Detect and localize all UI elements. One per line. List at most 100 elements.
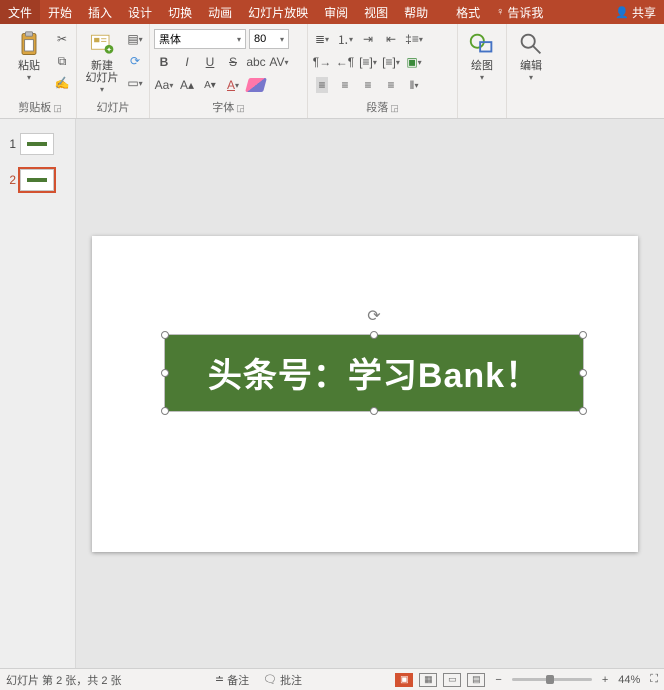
- resize-handle[interactable]: [579, 407, 587, 415]
- grow-font-button[interactable]: A▴: [177, 75, 197, 95]
- textbox-text: 头条号：学习Bank！: [208, 348, 540, 397]
- case-icon: Aa: [155, 78, 170, 92]
- reset-icon: ⟳: [130, 54, 140, 68]
- justify-icon: ≡: [387, 78, 394, 92]
- zoom-knob[interactable]: [546, 675, 554, 684]
- tab-transitions[interactable]: 切换: [160, 0, 200, 24]
- tab-file[interactable]: 文件: [0, 0, 40, 24]
- bold-button[interactable]: B: [154, 52, 174, 72]
- layout-button[interactable]: ▤▾: [125, 29, 145, 49]
- font-size-combo[interactable]: 80 ▾: [249, 29, 289, 49]
- tab-animations[interactable]: 动画: [200, 0, 240, 24]
- resize-handle[interactable]: [161, 369, 169, 377]
- zoom-out-button[interactable]: −: [495, 674, 501, 686]
- strike-icon: S: [229, 55, 237, 69]
- comments-button[interactable]: 🗨 批注: [263, 672, 302, 688]
- comments-label: 批注: [280, 672, 302, 688]
- notes-button[interactable]: ≐ 备注: [215, 672, 249, 688]
- shadow-button[interactable]: abc: [246, 52, 266, 72]
- slide-thumb-1[interactable]: 1: [0, 131, 75, 157]
- zoom-in-button[interactable]: +: [602, 674, 608, 686]
- tab-format[interactable]: 格式: [448, 0, 488, 24]
- copy-button[interactable]: ⧉: [52, 51, 72, 71]
- indent-dec-button[interactable]: ⇤: [381, 29, 401, 49]
- tab-view[interactable]: 视图: [356, 0, 396, 24]
- align-right-button[interactable]: ≡: [358, 75, 378, 95]
- drawing-button[interactable]: 绘图 ▾: [462, 29, 502, 82]
- align-center-button[interactable]: ≡: [335, 75, 355, 95]
- font-family-combo[interactable]: 黑体 ▾: [154, 29, 246, 49]
- align-left-button[interactable]: ≡: [312, 75, 332, 95]
- view-slideshow-button[interactable]: ▤: [467, 673, 485, 687]
- italic-button[interactable]: I: [177, 52, 197, 72]
- brush-icon: ✍: [55, 76, 70, 90]
- bullets-button[interactable]: ≣▾: [312, 29, 332, 49]
- zoom-slider[interactable]: [512, 678, 592, 681]
- rotate-handle-icon[interactable]: ⟳: [367, 306, 380, 326]
- reset-button[interactable]: ⟳: [125, 51, 145, 71]
- resize-handle[interactable]: [579, 369, 587, 377]
- paste-button[interactable]: 粘贴 ▾: [8, 29, 50, 82]
- indent-inc-icon: ⇥: [363, 32, 373, 46]
- tab-slideshow[interactable]: 幻灯片放映: [240, 0, 316, 24]
- text-direction-button[interactable]: [≡]▾: [358, 52, 378, 72]
- editing-button[interactable]: 编辑 ▾: [511, 29, 551, 82]
- align-text-button[interactable]: [≡]▾: [381, 52, 401, 72]
- chevron-down-icon: ▾: [529, 73, 533, 82]
- columns-button[interactable]: ‖▾: [404, 75, 424, 95]
- selected-textbox[interactable]: ⟳ 头条号：学习Bank！: [164, 334, 584, 412]
- font-color-button[interactable]: A▾: [223, 75, 243, 95]
- resize-handle[interactable]: [370, 407, 378, 415]
- slide-thumb-2[interactable]: 2: [0, 167, 75, 193]
- line-spacing-button[interactable]: ‡≡▾: [404, 29, 424, 49]
- right-to-left-button[interactable]: ←¶: [335, 52, 355, 72]
- numbering-button[interactable]: ⒈▾: [335, 29, 355, 49]
- dialog-launcher-icon[interactable]: ◲: [236, 100, 245, 116]
- notes-icon: ≐: [215, 673, 224, 686]
- format-painter-button[interactable]: ✍: [52, 73, 72, 93]
- resize-handle[interactable]: [370, 331, 378, 339]
- spacing-button[interactable]: AV▾: [269, 52, 289, 72]
- fit-to-window-button[interactable]: ⛶: [650, 673, 658, 686]
- view-reading-button[interactable]: ▭: [443, 673, 461, 687]
- tab-insert[interactable]: 插入: [80, 0, 120, 24]
- change-case-button[interactable]: Aa▾: [154, 75, 174, 95]
- resize-handle[interactable]: [161, 407, 169, 415]
- view-sorter-button[interactable]: ▦: [419, 673, 437, 687]
- section-button[interactable]: ▭▾: [125, 73, 145, 93]
- zoom-level[interactable]: 44%: [618, 674, 640, 686]
- slide-canvas-area[interactable]: ⟳ 头条号：学习Bank！: [76, 119, 654, 668]
- resize-handle[interactable]: [161, 331, 169, 339]
- smartart-icon: ▣: [406, 55, 417, 69]
- tab-review[interactable]: 审阅: [316, 0, 356, 24]
- shapes-icon: [467, 29, 497, 59]
- justify-button[interactable]: ≡: [381, 75, 401, 95]
- tell-me[interactable]: ♀ 告诉我: [488, 0, 551, 24]
- tab-home[interactable]: 开始: [40, 0, 80, 24]
- indent-dec-icon: ⇤: [386, 32, 396, 46]
- strike-button[interactable]: S: [223, 52, 243, 72]
- tab-design[interactable]: 设计: [120, 0, 160, 24]
- thumb-preview: [27, 142, 47, 146]
- slide: ⟳ 头条号：学习Bank！: [92, 236, 638, 552]
- chevron-down-icon: ▾: [27, 73, 31, 82]
- resize-handle[interactable]: [579, 331, 587, 339]
- group-paragraph-label: 段落: [366, 100, 388, 116]
- clear-format-button[interactable]: [246, 75, 266, 95]
- left-to-right-button[interactable]: ¶→: [312, 52, 332, 72]
- cut-button[interactable]: ✂: [52, 29, 72, 49]
- smartart-button[interactable]: ▣▾: [404, 52, 424, 72]
- bullets-icon: ≣: [315, 32, 325, 46]
- line-spacing-icon: ‡≡: [405, 32, 419, 46]
- shrink-font-button[interactable]: A▾: [200, 75, 220, 95]
- group-slides-label: 幻灯片: [97, 100, 130, 116]
- new-slide-button[interactable]: ✦ 新建 幻灯片 ▾: [81, 29, 123, 94]
- view-normal-button[interactable]: ▣: [395, 673, 413, 687]
- indent-inc-button[interactable]: ⇥: [358, 29, 378, 49]
- dialog-launcher-icon[interactable]: ◲: [390, 100, 399, 116]
- dialog-launcher-icon[interactable]: ◲: [53, 100, 62, 116]
- tab-help[interactable]: 帮助: [396, 0, 436, 24]
- share-button[interactable]: 👤 共享: [607, 0, 664, 24]
- scrollbar-vertical[interactable]: [654, 119, 664, 668]
- underline-button[interactable]: U: [200, 52, 220, 72]
